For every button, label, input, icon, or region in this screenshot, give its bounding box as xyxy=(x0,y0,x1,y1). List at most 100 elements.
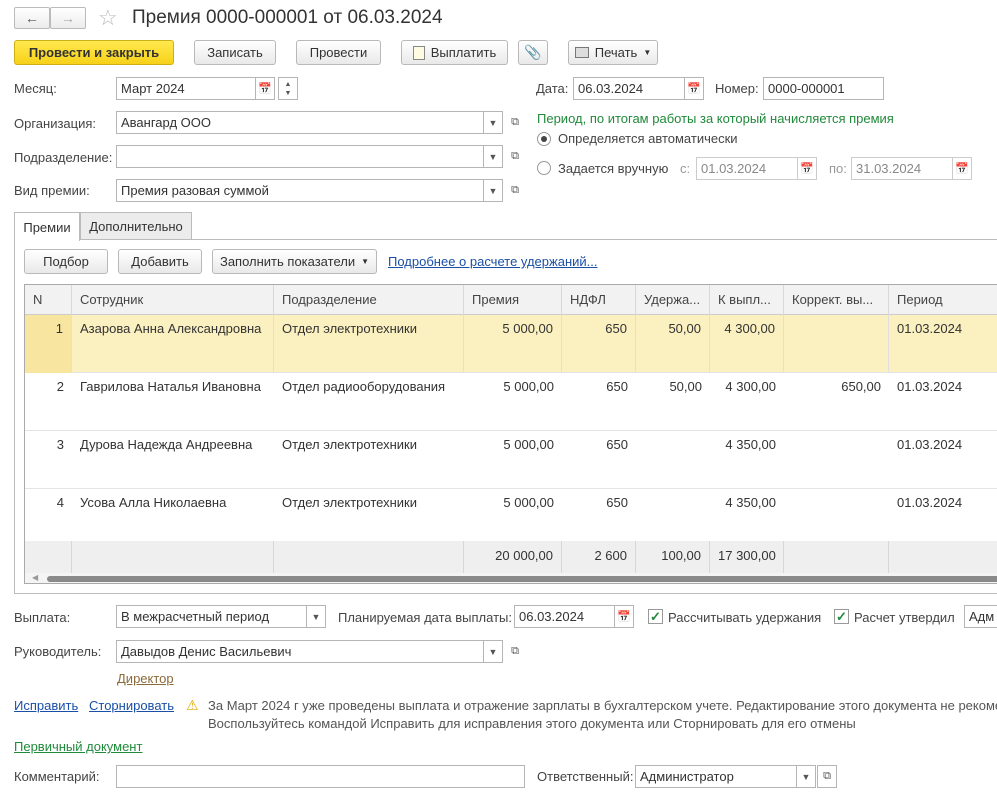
bonus-type-dropdown-button[interactable]: ▼ xyxy=(483,179,503,202)
date-label: Дата: xyxy=(536,81,569,96)
star-icon[interactable]: ☆ xyxy=(98,5,118,31)
dept-dropdown-button[interactable]: ▼ xyxy=(483,145,503,168)
col-ndfl[interactable]: НДФЛ xyxy=(562,285,636,315)
document-icon xyxy=(412,45,425,60)
calendar-icon: 📅 xyxy=(617,611,631,623)
calc-deductions-label[interactable]: Рассчитывать удержания xyxy=(668,610,821,625)
month-stepper[interactable]: ▲ ▼ xyxy=(278,77,298,100)
horizontal-scrollbar[interactable]: ◀ xyxy=(25,573,997,583)
col-payout[interactable]: К выпл... xyxy=(710,285,784,315)
month-label: Месяц: xyxy=(14,81,57,96)
approved-checkbox[interactable]: ✓ xyxy=(834,609,849,624)
cell-bonus: 5 000,00 xyxy=(464,315,562,373)
plan-date-label: Планируемая дата выплаты: xyxy=(338,610,512,625)
save-button[interactable]: Записать xyxy=(194,40,276,65)
total-payout: 17 300,00 xyxy=(710,541,784,573)
cell-payout: 4 300,00 xyxy=(725,379,776,394)
attach-button[interactable]: 📎 xyxy=(518,40,548,65)
responsible-field[interactable]: Администратор xyxy=(635,765,797,788)
month-field[interactable]: Март 2024 xyxy=(116,77,256,100)
warning-text: За Март 2024 г уже проведены выплата и о… xyxy=(208,697,997,733)
table-row[interactable]: 4 Усова Алла Николаевна Отдел электротех… xyxy=(25,489,997,547)
comment-field[interactable] xyxy=(116,765,525,788)
scroll-left-icon[interactable]: ◀ xyxy=(32,573,38,582)
manager-field[interactable]: Давыдов Денис Васильевич xyxy=(116,640,484,663)
radio-manual-label[interactable]: Задается вручную xyxy=(558,161,668,176)
calc-deductions-checkbox[interactable]: ✓ xyxy=(648,609,663,624)
org-dropdown-button[interactable]: ▼ xyxy=(483,111,503,134)
bonus-type-field[interactable]: Премия разовая суммой xyxy=(116,179,484,202)
org-open-button[interactable]: ⧉ xyxy=(505,111,525,134)
reverse-link[interactable]: Сторнировать xyxy=(89,698,174,713)
fix-link[interactable]: Исправить xyxy=(14,698,78,713)
radio-auto[interactable] xyxy=(537,132,551,146)
back-button[interactable]: ← xyxy=(14,7,50,29)
col-bonus[interactable]: Премия xyxy=(464,285,562,315)
org-field[interactable]: Авангард ООО xyxy=(116,111,484,134)
responsible-dropdown-button[interactable]: ▼ xyxy=(796,765,816,788)
payment-dropdown-button[interactable]: ▼ xyxy=(306,605,326,628)
manager-dropdown-button[interactable]: ▼ xyxy=(483,640,503,663)
table-row[interactable]: 3 Дурова Надежда Андреевна Отдел электро… xyxy=(25,431,997,489)
col-employee[interactable]: Сотрудник xyxy=(72,285,274,315)
number-field[interactable]: 0000-000001 xyxy=(763,77,884,100)
responsible-open-button[interactable]: ⧉ xyxy=(817,765,837,788)
cell-correct xyxy=(784,489,889,547)
table-footer-totals: 20 000,00 2 600 100,00 17 300,00 xyxy=(25,541,997,573)
approved-label[interactable]: Расчет утвердил xyxy=(854,610,955,625)
dept-open-button[interactable]: ⧉ xyxy=(505,145,525,168)
chevron-down-icon: ▼ xyxy=(488,185,498,196)
payment-field[interactable]: В межрасчетный период xyxy=(116,605,307,628)
post-close-button[interactable]: Провести и закрыть xyxy=(14,40,174,65)
open-icon: ⧉ xyxy=(511,184,519,196)
comment-label: Комментарий: xyxy=(14,769,100,784)
from-date-field[interactable]: 01.03.2024 xyxy=(696,157,798,180)
post-button[interactable]: Провести xyxy=(296,40,381,65)
deduction-details-link[interactable]: Подробнее о расчете удержаний... xyxy=(388,254,598,269)
radio-auto-label[interactable]: Определяется автоматически xyxy=(558,131,738,146)
dept-label: Подразделение: xyxy=(14,150,113,165)
open-icon: ⧉ xyxy=(511,645,519,657)
month-calendar-button[interactable]: 📅 xyxy=(255,77,275,100)
col-n[interactable]: N xyxy=(25,285,72,315)
tab-additional[interactable]: Дополнительно xyxy=(80,212,192,240)
cell-deduct: 50,00 xyxy=(636,315,710,373)
fill-indicators-button[interactable]: Заполнить показатели ▼ xyxy=(212,249,377,274)
from-calendar-button[interactable]: 📅 xyxy=(797,157,817,180)
step-down-icon[interactable]: ▼ xyxy=(285,89,292,98)
col-deduct[interactable]: Удержа... xyxy=(636,285,710,315)
manager-open-button[interactable]: ⧉ xyxy=(505,640,525,663)
plan-date-field[interactable]: 06.03.2024 xyxy=(514,605,615,628)
forward-button[interactable]: → xyxy=(50,7,86,29)
fill-indicators-label: Заполнить показатели xyxy=(219,254,356,269)
primary-document-link[interactable]: Первичный документ xyxy=(14,739,142,754)
plan-date-calendar-button[interactable]: 📅 xyxy=(614,605,634,628)
radio-manual[interactable] xyxy=(537,161,551,175)
col-period[interactable]: Период xyxy=(889,285,997,315)
manager-position-link[interactable]: Директор xyxy=(117,671,174,686)
bonus-type-open-button[interactable]: ⧉ xyxy=(505,179,525,202)
dept-field[interactable] xyxy=(116,145,484,168)
col-correct[interactable]: Коррект. вы... xyxy=(784,285,889,315)
col-dept[interactable]: Подразделение xyxy=(274,285,464,315)
scrollbar-thumb[interactable] xyxy=(47,576,997,582)
to-calendar-button[interactable]: 📅 xyxy=(952,157,972,180)
table-row[interactable]: 1 Азарова Анна Александровна Отдел элект… xyxy=(25,315,997,373)
date-field[interactable]: 06.03.2024 xyxy=(573,77,685,100)
step-up-icon[interactable]: ▲ xyxy=(285,80,292,89)
table-row[interactable]: 2 Гаврилова Наталья Ивановна Отдел радио… xyxy=(25,373,997,431)
tab-bonuses[interactable]: Премии xyxy=(14,212,80,241)
to-date-field[interactable]: 31.03.2024 xyxy=(851,157,953,180)
approved-by-field[interactable]: Адм xyxy=(964,605,997,628)
cell-dept: Отдел электротехники xyxy=(274,315,464,373)
print-button[interactable]: Печать ▼ xyxy=(568,40,658,65)
cell-period: 01.03.2024 xyxy=(897,495,963,510)
cell-deduct xyxy=(636,431,710,489)
pay-button[interactable]: Выплатить xyxy=(401,40,508,65)
chevron-down-icon: ▼ xyxy=(488,646,498,657)
add-button[interactable]: Добавить xyxy=(118,249,202,274)
pick-button[interactable]: Подбор xyxy=(24,249,108,274)
date-calendar-button[interactable]: 📅 xyxy=(684,77,704,100)
total-employee xyxy=(72,541,274,573)
print-button-label: Печать xyxy=(594,45,638,60)
